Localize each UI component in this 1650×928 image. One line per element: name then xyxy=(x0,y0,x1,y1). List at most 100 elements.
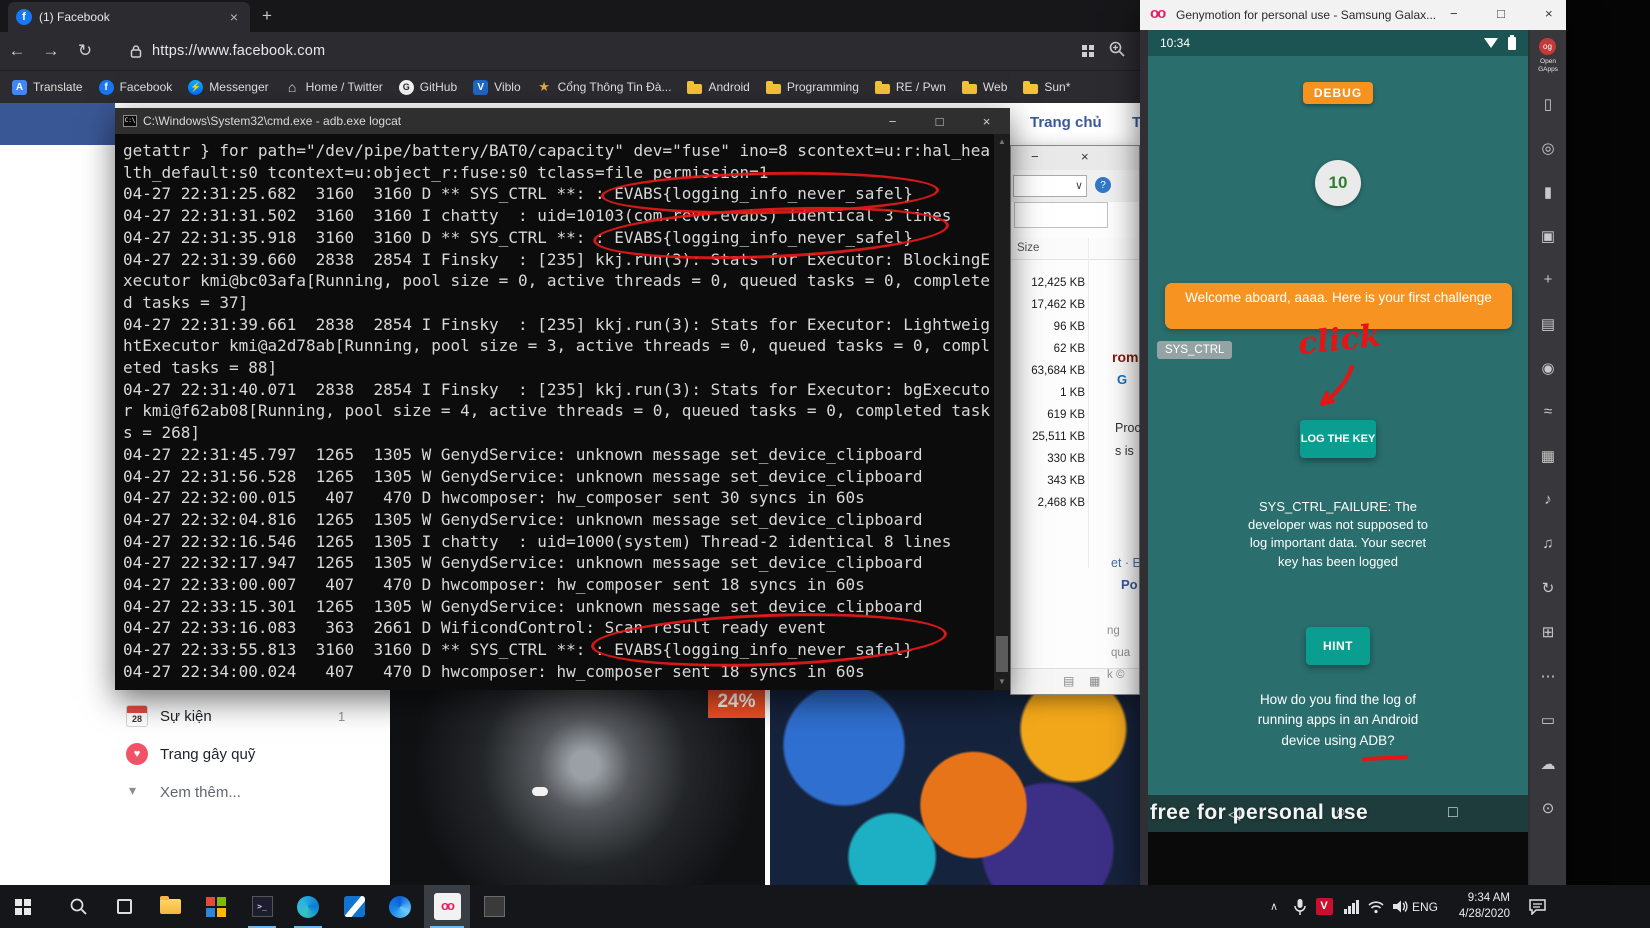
file-explorer-button[interactable] xyxy=(150,885,190,928)
tab-close-icon[interactable] xyxy=(226,9,242,25)
action-center-button[interactable] xyxy=(1520,885,1554,928)
file-size-cell[interactable]: 12,425 KB xyxy=(1015,272,1085,294)
battery-icon[interactable]: ▮ xyxy=(1530,183,1566,201)
wifi-tray-icon[interactable] xyxy=(1364,885,1388,928)
gallery-icon[interactable]: ▦ xyxy=(1530,447,1566,465)
volume-up-icon[interactable]: ♪ xyxy=(1530,491,1566,508)
bookmark-programming[interactable]: Programming xyxy=(765,80,859,95)
bookmark-viblo[interactable]: Viblo xyxy=(473,79,521,95)
language-indicator[interactable]: ENG xyxy=(1410,885,1440,928)
cmd-titlebar[interactable]: C:\ C:\Windows\System32\cmd.exe - adb.ex… xyxy=(115,108,1010,134)
bookmark-home-twitter[interactable]: Home / Twitter xyxy=(285,80,383,95)
product-photo-2[interactable] xyxy=(770,685,1140,885)
clock[interactable]: 9:34 AM 4/28/2020 xyxy=(1442,885,1510,928)
list-view-icon[interactable] xyxy=(1063,674,1074,688)
maximize-icon[interactable] xyxy=(916,114,963,129)
close-icon[interactable] xyxy=(1545,6,1553,21)
filter-dropdown[interactable] xyxy=(1013,175,1087,197)
camera-icon[interactable]: ◉ xyxy=(1530,359,1566,377)
rotate-icon[interactable]: ↻ xyxy=(1530,579,1566,597)
minimize-icon[interactable] xyxy=(869,114,916,129)
task-view-button[interactable] xyxy=(104,885,144,928)
scroll-down-icon[interactable] xyxy=(994,674,1010,690)
minimize-icon[interactable] xyxy=(1450,6,1458,21)
vscode-button[interactable] xyxy=(334,885,374,928)
size-column-header[interactable]: Size xyxy=(1017,242,1039,254)
debug-button[interactable]: DEBUG xyxy=(1303,82,1373,104)
file-search-input[interactable] xyxy=(1014,202,1108,228)
app-window-button[interactable] xyxy=(474,885,514,928)
volume-down-icon[interactable]: ♫ xyxy=(1530,535,1566,552)
refresh-icon[interactable] xyxy=(68,41,102,61)
microphone-tray-icon[interactable] xyxy=(1288,885,1312,928)
search-button[interactable] xyxy=(58,885,98,928)
facebook-home-link[interactable]: Trang chủ xyxy=(1030,114,1102,131)
new-tab-button[interactable] xyxy=(262,6,272,26)
address-bar[interactable]: https://www.facebook.com xyxy=(152,43,1082,59)
sidebar-item-see-more[interactable]: Xem thêm... xyxy=(0,778,380,814)
bookmark-c-ng-th-ng-tin[interactable]: Cổng Thông Tin Đà... xyxy=(537,80,672,95)
grid-view-icon[interactable] xyxy=(1089,674,1100,688)
terminal-button[interactable] xyxy=(242,885,282,928)
genymotion-taskbar-button[interactable] xyxy=(424,885,470,928)
tray-expand-button[interactable] xyxy=(1262,885,1286,928)
zoom-icon[interactable] xyxy=(1108,40,1126,63)
help-icon[interactable] xyxy=(1095,177,1111,193)
back-icon[interactable] xyxy=(0,41,34,61)
sidebar-item-fundraisers[interactable]: Trang gây quỹ xyxy=(0,740,380,776)
collections-icon[interactable] xyxy=(1082,45,1094,57)
bookmark-sun[interactable]: Sun* xyxy=(1023,80,1070,95)
file-size-cell[interactable]: 330 KB xyxy=(1015,448,1085,470)
maximize-icon[interactable] xyxy=(1497,6,1505,21)
unikey-tray-icon[interactable]: V xyxy=(1312,885,1336,928)
file-panel-titlebar[interactable] xyxy=(1011,146,1139,170)
edge-beta-button[interactable] xyxy=(380,885,420,928)
scrollbar-thumb[interactable] xyxy=(996,636,1008,672)
log-the-key-button[interactable]: LOG THE KEY xyxy=(1300,420,1376,458)
file-size-cell[interactable]: 63,684 KB xyxy=(1015,360,1085,382)
volume-tray-icon[interactable] xyxy=(1388,885,1412,928)
forward-icon[interactable] xyxy=(34,41,68,61)
pinned-app-button[interactable] xyxy=(196,885,236,928)
genymotion-titlebar[interactable]: Genymotion for personal use - Samsung Ga… xyxy=(1140,0,1566,30)
power-icon[interactable]: ⊙ xyxy=(1530,799,1566,817)
bookmark-facebook[interactable]: Facebook xyxy=(98,79,172,95)
opengapps-icon[interactable] xyxy=(1539,38,1556,55)
file-size-cell[interactable]: 25,511 KB xyxy=(1015,426,1085,448)
scrollbar[interactable] xyxy=(994,134,1010,690)
file-size-cell[interactable]: 1 KB xyxy=(1015,382,1085,404)
resize-icon[interactable]: ⊞ xyxy=(1530,623,1566,641)
cloud-icon[interactable]: ☁ xyxy=(1530,755,1566,773)
file-size-cell[interactable]: 619 KB xyxy=(1015,404,1085,426)
more-icon[interactable]: ⋯ xyxy=(1530,667,1566,685)
minimize-icon[interactable] xyxy=(1031,149,1039,164)
bookmark-android[interactable]: Android xyxy=(687,80,750,95)
sidebar-item-events[interactable]: 28 Sự kiện 1 xyxy=(0,702,380,738)
screencast-icon[interactable]: ▣ xyxy=(1530,227,1566,245)
bookmark-re-pwn[interactable]: RE / Pwn xyxy=(874,80,946,95)
file-size-cell[interactable]: 96 KB xyxy=(1015,316,1085,338)
bookmark-translate[interactable]: Translate xyxy=(12,79,83,95)
device-icon[interactable]: ▯ xyxy=(1530,95,1566,113)
file-size-cell[interactable]: 17,462 KB xyxy=(1015,294,1085,316)
file-size-cell[interactable]: 62 KB xyxy=(1015,338,1085,360)
move-icon[interactable]: + xyxy=(1530,271,1566,288)
tab-facebook[interactable]: f (1) Facebook xyxy=(8,2,250,32)
file-size-cell[interactable]: 2,468 KB xyxy=(1015,492,1085,514)
network-icon[interactable]: ≈ xyxy=(1530,403,1566,420)
gps-icon[interactable]: ◎ xyxy=(1530,139,1566,157)
bookmark-web[interactable]: Web xyxy=(961,80,1007,95)
close-icon[interactable] xyxy=(1081,149,1089,164)
identifiers-icon[interactable]: ▤ xyxy=(1530,315,1566,333)
android-recents-button[interactable] xyxy=(1448,804,1458,822)
bookmark-messenger[interactable]: Messenger xyxy=(188,79,269,95)
close-icon[interactable] xyxy=(963,114,1010,129)
hint-button[interactable]: HINT xyxy=(1306,627,1370,665)
bookmark-github[interactable]: GitHub xyxy=(398,79,457,95)
edge-button[interactable] xyxy=(288,885,328,928)
network-tray-icon[interactable] xyxy=(1338,885,1364,928)
scroll-up-icon[interactable] xyxy=(994,134,1010,150)
start-button[interactable] xyxy=(0,885,46,928)
file-size-cell[interactable]: 343 KB xyxy=(1015,470,1085,492)
dialer-icon[interactable]: ▭ xyxy=(1530,711,1566,729)
